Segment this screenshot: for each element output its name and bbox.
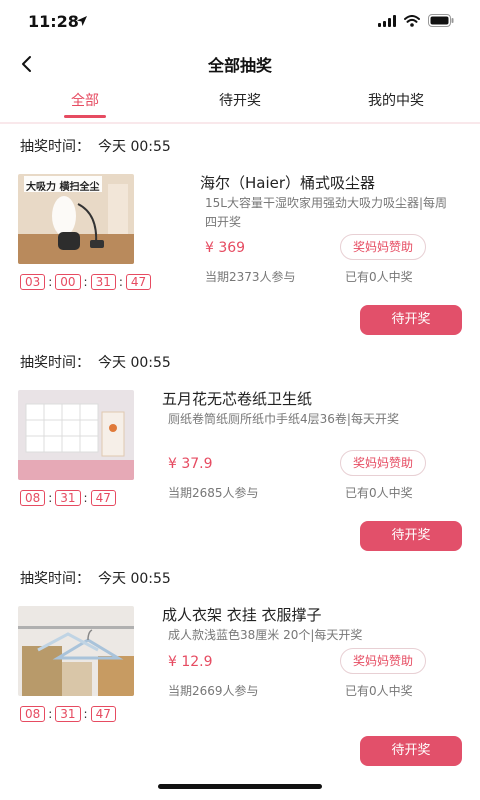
- product-description: 成人款浅蓝色38厘米 20个|每天开奖: [168, 628, 363, 642]
- countdown-separator: :: [48, 275, 53, 289]
- product-description: 厕纸卷筒纸厕所纸巾手纸4层36卷|每天开奖: [168, 412, 399, 426]
- countdown: 03 : 00 : 31 : 47: [20, 274, 152, 290]
- lottery-record: 抽奖时间： 今天 00:55 08 : 31: 47 五月花无芯卷纸卫生纸 厕…: [0, 340, 480, 551]
- battery-icon: [428, 14, 454, 27]
- draw-time: 抽奖时间： 今天 00:55: [20, 136, 171, 156]
- wifi-icon: [404, 14, 420, 27]
- product-price: ¥ 12.9: [168, 654, 213, 670]
- pending-draw-button[interactable]: 待开奖: [360, 305, 462, 335]
- sponsor-badge: 奖妈妈赞助: [340, 648, 427, 674]
- countdown-separator: :: [83, 707, 88, 721]
- winners-count: 已有0人中奖: [345, 486, 413, 500]
- product-image[interactable]: [18, 390, 134, 480]
- sponsor-badge: 奖妈妈赞助: [340, 234, 427, 260]
- product-title[interactable]: 五月花无芯卷纸卫生纸: [162, 388, 312, 409]
- draw-time: 抽奖时间： 今天 00:55: [20, 352, 171, 372]
- countdown-segment: 08: [20, 706, 46, 722]
- countdown-segment: 00: [55, 274, 81, 290]
- product-title[interactable]: 成人衣架 衣挂 衣服撑子: [162, 604, 322, 625]
- draw-time-value: 今天 00:55: [98, 355, 171, 371]
- countdown-segment: 47: [125, 274, 152, 290]
- status-time: 11:28: [28, 12, 79, 31]
- pending-draw-button[interactable]: 待开奖: [360, 521, 462, 551]
- location-arrow-icon: [77, 16, 87, 26]
- countdown-segment: 31: [55, 490, 81, 506]
- product-image[interactable]: [18, 606, 134, 696]
- lottery-record: 抽奖时间： 今天 00:55 大吸力 横扫全尘 03 : 00 : 31 : 47…: [0, 124, 480, 335]
- sponsor-badge: 奖妈妈赞助: [340, 450, 427, 476]
- countdown-segment: 31: [90, 274, 116, 290]
- status-icons: [378, 14, 454, 27]
- countdown-separator: :: [83, 275, 88, 289]
- nav-bar: 全部抽奖: [0, 44, 480, 84]
- tab-all[interactable]: 全部: [15, 90, 155, 110]
- participants-count: 当期2373人参与: [205, 270, 296, 284]
- countdown-segment: 47: [90, 490, 116, 506]
- product-description: 15L大容量干湿吹家用强劲大吸力吸尘器|每周四开奖: [205, 196, 447, 229]
- draw-time-label: 抽奖时间：: [20, 355, 90, 371]
- countdown-segment: 31: [55, 706, 81, 722]
- countdown-segment: 47: [90, 706, 116, 722]
- draw-time: 抽奖时间： 今天 00:55: [20, 568, 171, 588]
- countdown-separator: :: [118, 275, 123, 289]
- signal-icon: [378, 14, 396, 27]
- draw-time-value: 今天 00:55: [98, 139, 171, 155]
- countdown: 08 : 31 : 47: [20, 490, 116, 506]
- tab-bar: 全部 待开奖 我的中奖: [0, 84, 480, 122]
- winners-count: 已有0人中奖: [345, 270, 413, 284]
- product-price: ¥ 369: [205, 240, 246, 256]
- draw-time-value: 今天 00:55: [98, 571, 171, 587]
- countdown-separator: :: [48, 707, 53, 721]
- countdown: 08 : 31 : 47: [20, 706, 116, 722]
- tab-pending[interactable]: 待开奖: [170, 90, 310, 110]
- countdown-segment: 08: [20, 490, 46, 506]
- tab-my-wins[interactable]: 我的中奖: [326, 90, 466, 110]
- product-image-caption: 大吸力 横扫全尘: [26, 182, 100, 193]
- product-price: ¥ 37.9: [168, 456, 213, 472]
- participants-count: 当期2685人参与: [168, 486, 259, 500]
- product-image[interactable]: 大吸力 横扫全尘: [18, 174, 134, 264]
- countdown-separator: :: [83, 491, 88, 505]
- status-bar: 11:28: [0, 0, 480, 44]
- home-indicator: [158, 784, 322, 789]
- pending-draw-button[interactable]: 待开奖: [360, 736, 462, 766]
- page-title: 全部抽奖: [207, 56, 272, 75]
- draw-time-label: 抽奖时间：: [20, 571, 90, 587]
- countdown-segment: 03: [20, 274, 46, 290]
- winners-count: 已有0人中奖: [345, 684, 413, 698]
- draw-time-label: 抽奖时间：: [20, 139, 90, 155]
- product-title[interactable]: 海尔（Haier）桶式吸尘器: [200, 172, 375, 193]
- lottery-record: 抽奖时间： 今天 00:55 08 : 31 : 47 成人衣架 衣挂 衣服撑子 …: [0, 556, 480, 766]
- participants-count: 当期2669人参与: [168, 684, 259, 698]
- tab-active-indicator: [64, 115, 106, 118]
- countdown-separator: :: [48, 491, 53, 505]
